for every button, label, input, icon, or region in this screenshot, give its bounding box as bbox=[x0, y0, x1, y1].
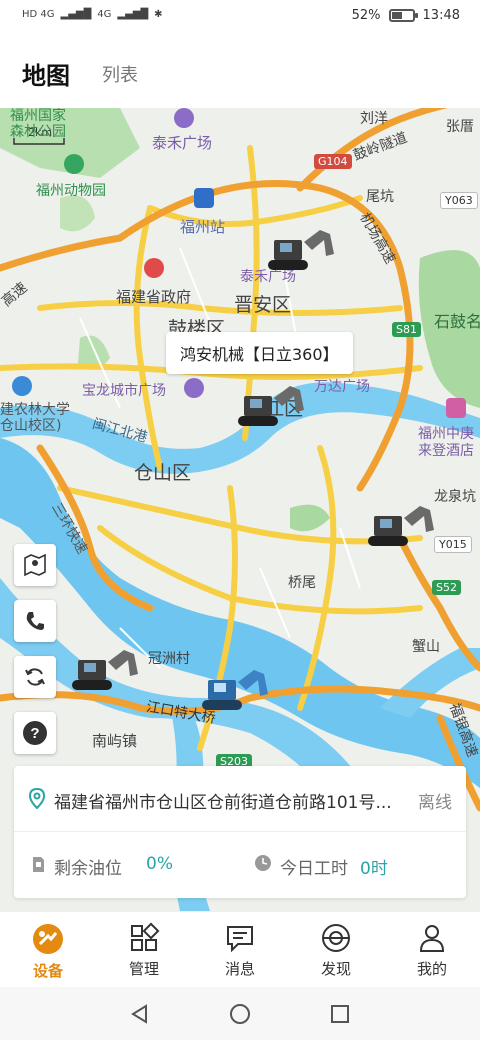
map-label-weikeng: 尾坑 bbox=[366, 189, 394, 205]
signal-right-text: 4G bbox=[97, 9, 112, 20]
work-hours-value: 0时 bbox=[360, 859, 388, 879]
map-label-fuzhou-station: 福州站 bbox=[180, 218, 226, 236]
nav-label-discover: 发现 bbox=[320, 960, 351, 978]
excavator-marker-3-icon[interactable] bbox=[364, 500, 438, 552]
location-pin-icon bbox=[28, 788, 46, 810]
address-row: 福建省福州市仓山区仓前街道仓前路101号... 离线 bbox=[14, 766, 466, 832]
clock: 13:48 bbox=[422, 8, 460, 23]
map-label-baolong: 宝龙城市广场 bbox=[82, 383, 166, 399]
back-icon[interactable] bbox=[129, 1003, 151, 1025]
call-button[interactable] bbox=[14, 600, 56, 642]
bluetooth-icon: ✱ bbox=[154, 9, 163, 20]
hotel-poi-icon[interactable] bbox=[446, 398, 466, 418]
recents-icon[interactable] bbox=[329, 1003, 351, 1025]
signal-bars-2-icon: ▂▄▆█ bbox=[117, 9, 149, 20]
battery-fill bbox=[391, 12, 402, 19]
discover-icon bbox=[322, 924, 350, 952]
shopping-poi-icon[interactable] bbox=[174, 108, 194, 128]
header: 地图 列表 bbox=[0, 34, 480, 108]
nav-label-messages: 消息 bbox=[224, 960, 255, 978]
fuel-value: 0% bbox=[146, 854, 173, 874]
device-icon bbox=[33, 924, 63, 954]
excavator-marker-1-icon[interactable] bbox=[264, 224, 338, 276]
nav-item-discover[interactable]: 发现 bbox=[288, 912, 384, 987]
zoo-poi-icon[interactable] bbox=[64, 154, 84, 174]
device-info-card[interactable]: 福建省福州市仓山区仓前街道仓前路101号... 离线 剩余油位 0% 今日工时 … bbox=[14, 766, 466, 898]
signal-indicators: HD 4G ▂▄▆█ 4G ▂▄▆█ ✱ bbox=[22, 9, 163, 20]
map-label-taihe-top: 泰禾广场 bbox=[152, 134, 213, 152]
nav-label-manage: 管理 bbox=[128, 960, 159, 978]
phone-icon bbox=[26, 612, 44, 630]
excavator-marker-2-icon[interactable] bbox=[234, 380, 308, 432]
clock-icon bbox=[255, 855, 271, 871]
road-badge-s52: S52 bbox=[432, 580, 461, 595]
refresh-icon bbox=[25, 668, 45, 686]
map-label-wanda: 万达广场 bbox=[314, 379, 370, 395]
government-star-icon[interactable] bbox=[144, 258, 164, 278]
nav-item-messages[interactable]: 消息 bbox=[192, 912, 288, 987]
battery-percent: 52% bbox=[351, 8, 381, 23]
metrics-row: 剩余油位 0% 今日工时 0时 bbox=[14, 832, 466, 898]
nav-label-profile: 我的 bbox=[416, 960, 447, 978]
map-label-longquan: 龙泉坑 bbox=[434, 489, 476, 505]
road-badge-y015: Y015 bbox=[434, 536, 472, 553]
map-label-shigu: 石鼓名 bbox=[434, 312, 480, 331]
device-name-tooltip[interactable]: 鸿安机械【日立360】 bbox=[166, 332, 353, 374]
map-label-nanyu: 南屿镇 bbox=[92, 732, 138, 750]
map-label-park: 福州国家 森林公园 bbox=[10, 108, 66, 140]
home-icon[interactable] bbox=[229, 1003, 251, 1025]
map-label-cangshan: 仓山区 bbox=[134, 462, 192, 484]
map-label-zoo: 福州动物园 bbox=[36, 183, 106, 199]
map-label-qiaowei: 桥尾 bbox=[288, 575, 316, 591]
battery-icon bbox=[388, 9, 418, 22]
signal-left-text: HD 4G bbox=[22, 9, 55, 20]
map-label-government: 福建省政府 bbox=[116, 288, 192, 306]
nav-item-manage[interactable]: 管理 bbox=[96, 912, 192, 987]
locate-map-button[interactable] bbox=[14, 544, 56, 586]
message-icon bbox=[227, 926, 253, 953]
tab-list[interactable]: 列表 bbox=[102, 61, 138, 87]
tab-map[interactable]: 地图 bbox=[22, 56, 70, 91]
map-label-guanzhou: 冠洲村 bbox=[148, 651, 190, 667]
map-label-jinan: 晋安区 bbox=[234, 294, 292, 316]
svg-text:?: ? bbox=[30, 725, 39, 742]
grid-icon bbox=[131, 922, 160, 951]
help-icon: ? bbox=[23, 721, 47, 745]
fuel-label: 剩余油位 bbox=[54, 859, 122, 879]
status-right: 52% 13:48 bbox=[352, 8, 460, 23]
nav-item-device[interactable]: 设备 bbox=[0, 912, 96, 987]
system-nav-bar bbox=[0, 987, 480, 1040]
user-icon bbox=[419, 925, 445, 952]
map-pin-icon bbox=[24, 553, 46, 577]
road-badge-s81: S81 bbox=[392, 322, 421, 337]
map-label-fuzhou-zhongjing: 福州中庚 来登酒店 bbox=[418, 426, 474, 459]
map-label-zhangcuo: 张厝 bbox=[446, 119, 474, 135]
map-label-xieshan: 蟹山 bbox=[412, 639, 440, 655]
status-bar: HD 4G ▂▄▆█ 4G ▂▄▆█ ✱ 52% 13:48 bbox=[0, 0, 480, 34]
school-poi-icon[interactable] bbox=[12, 376, 32, 396]
nav-item-profile[interactable]: 我的 bbox=[384, 912, 480, 987]
fuel-icon bbox=[33, 857, 44, 872]
help-button[interactable]: ? bbox=[14, 712, 56, 754]
excavator-marker-4-icon[interactable] bbox=[68, 644, 142, 696]
map-label-liuyang: 刘洋 bbox=[360, 111, 388, 127]
road-badge-g104: G104 bbox=[314, 154, 352, 169]
refresh-button[interactable] bbox=[14, 656, 56, 698]
shopping-poi-2-icon[interactable] bbox=[184, 378, 204, 398]
signal-bars-icon: ▂▄▆█ bbox=[60, 9, 92, 20]
road-badge-y063: Y063 bbox=[440, 192, 478, 209]
excavator-marker-selected-icon[interactable] bbox=[198, 664, 272, 716]
nav-label-device: 设备 bbox=[32, 962, 63, 980]
device-address: 福建省福州市仓山区仓前街道仓前路101号... bbox=[54, 793, 392, 813]
device-status: 离线 bbox=[418, 793, 452, 813]
work-hours-label: 今日工时 bbox=[280, 859, 348, 879]
train-station-icon[interactable] bbox=[194, 188, 214, 208]
map-label-agri-univ: 建农林大学 仓山校区) bbox=[0, 402, 70, 434]
bottom-nav: 设备 管理 消息 发现 我的 bbox=[0, 911, 480, 987]
